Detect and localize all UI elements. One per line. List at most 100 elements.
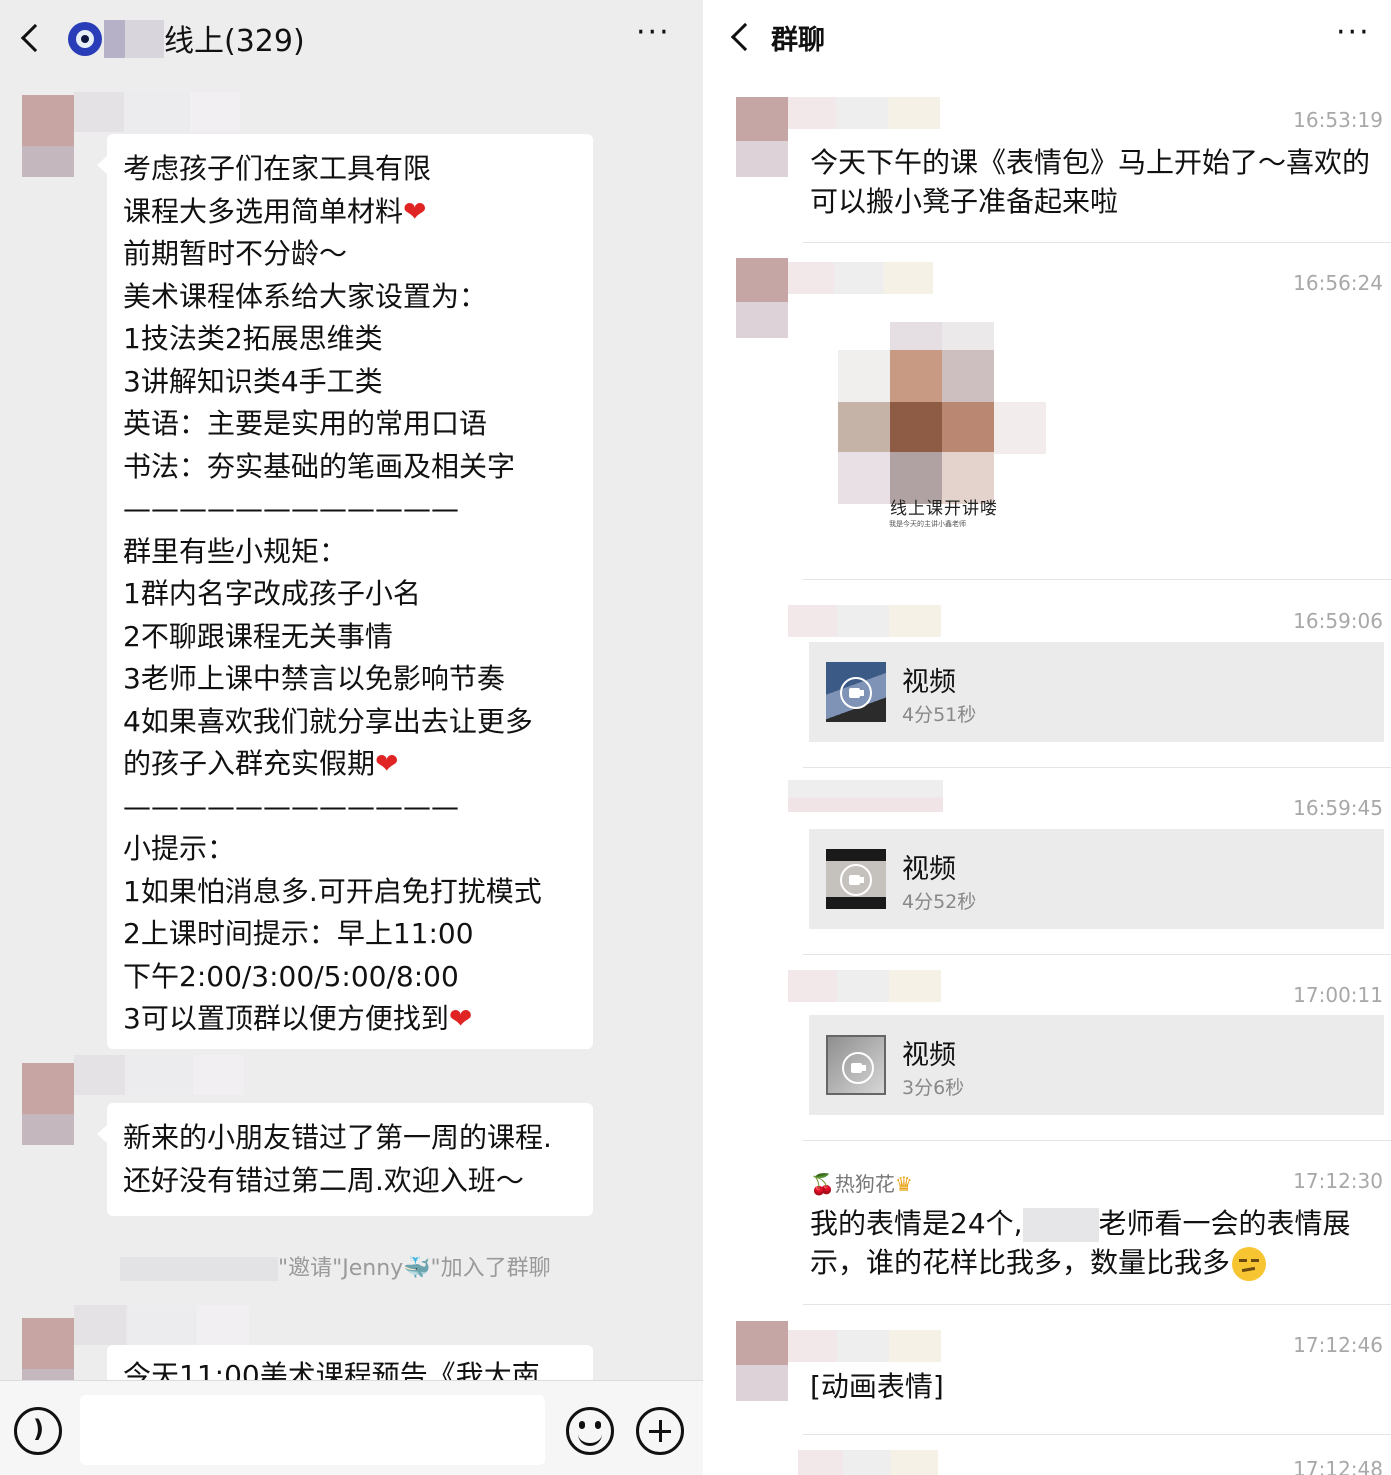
message-input[interactable]: [80, 1395, 545, 1465]
smirk-emoji-icon: [1232, 1247, 1267, 1281]
message-line: 书法：夯实基础的笔画及相关字: [123, 449, 516, 483]
message-bubble[interactable]: 新来的小朋友错过了第一周的课程. 还好没有错过第二周.欢迎入班～: [97, 1103, 593, 1216]
divider: [803, 579, 1391, 580]
blurred-sender-name: [788, 262, 933, 294]
back-icon[interactable]: [20, 23, 50, 53]
message-line: 3讲解知识类4手工类: [123, 364, 383, 398]
timestamp: 17:12:30: [1293, 1169, 1383, 1193]
sticker-caption: 线上课开讲喽: [890, 499, 998, 519]
message-line: 2不聊跟课程无关事情: [123, 619, 393, 653]
system-notice: "邀请"Jenny🐳"加入了群聊: [120, 1250, 590, 1282]
video-duration: 4分52秒: [902, 891, 977, 913]
heart-emoji: ❤: [403, 194, 427, 228]
message-line: 的孩子入群充实假期❤: [123, 747, 399, 780]
crown-icon: ♛: [894, 1172, 913, 1196]
message-line: 1群内名字改成孩子小名: [123, 577, 421, 610]
page-title: 群聊: [771, 25, 825, 56]
message-line: 群里有些小规矩：: [123, 534, 348, 568]
blurred-sender-name: [74, 1305, 249, 1345]
blurred-sender-name: [788, 1330, 941, 1362]
divider-line: ————————————: [123, 789, 459, 823]
divider: [803, 242, 1391, 243]
message-bubble[interactable]: 今天11:00美术课程预告《我大南: [107, 1345, 593, 1385]
video-message[interactable]: 视频 3分6秒: [809, 1015, 1384, 1115]
video-thumbnail: [826, 1035, 886, 1095]
sticker-image[interactable]: [838, 322, 1046, 522]
avatar[interactable]: [22, 95, 74, 177]
video-label: 视频: [902, 667, 956, 698]
video-play-icon: [842, 1052, 874, 1084]
video-thumbnail: [826, 662, 886, 722]
avatar[interactable]: [736, 258, 788, 338]
timestamp: 16:56:24: [1293, 271, 1383, 295]
video-play-icon: [840, 677, 872, 709]
heart-emoji: ❤: [448, 1002, 473, 1035]
sticker-subcaption: 我是今天的主讲小鑫老师: [889, 520, 966, 528]
message-line: 还好没有错过第二周.欢迎入班～: [123, 1163, 524, 1197]
message-line: 新来的小朋友错过了第一周的课程.: [123, 1121, 552, 1154]
group-title[interactable]: 线上(329): [164, 16, 305, 60]
message-line: 小提示：: [123, 832, 236, 865]
divider: [803, 1304, 1391, 1305]
message-bubble[interactable]: 考虑孩子们在家工具有限 课程大多选用简单材料❤ 前期暂时不分龄～ 美术课程体系给…: [97, 134, 593, 1049]
avatar[interactable]: [736, 97, 788, 177]
more-icon[interactable]: ···: [636, 18, 671, 48]
more-icon[interactable]: ···: [1336, 18, 1371, 48]
message-line: 3老师上课中禁言以免影响节奏: [123, 662, 505, 695]
message-line: 下午2:00/3:00/5:00/8:00: [123, 959, 459, 993]
blurred-group-name: [104, 20, 164, 58]
message-line: 1技法类2拓展思维类: [123, 322, 383, 355]
divider: [803, 954, 1391, 955]
divider-line: ————————————: [123, 492, 459, 525]
message-line: 课程大多选用简单材料❤: [123, 194, 427, 228]
timestamp: 16:59:06: [1293, 609, 1383, 633]
system-notice-text: "邀请"Jenny🐳"加入了群聊: [278, 1256, 551, 1281]
video-message[interactable]: 视频 4分52秒: [809, 829, 1384, 929]
blurred-sender-name: [74, 1055, 244, 1095]
left-chat-screen: 线上(329) ··· 考虑孩子们在家工具有限 课程大多选用简单材料❤ 前期暂时…: [0, 0, 703, 1475]
sender-name[interactable]: 🍒热狗花♛: [810, 1168, 913, 1197]
blurred-inviter-name: [120, 1257, 278, 1281]
video-label: 视频: [902, 854, 956, 885]
message-line: 英语：主要是实用的常用口语: [123, 407, 488, 440]
chat-header: 线上(329) ···: [0, 0, 703, 82]
divider: [803, 767, 1391, 768]
back-icon[interactable]: [730, 22, 760, 52]
message-line: 1如果怕消息多.可开启免打扰模式: [123, 874, 542, 908]
divider: [803, 1140, 1391, 1141]
blurred-sender-name: [788, 97, 940, 129]
video-duration: 4分51秒: [902, 704, 977, 726]
timestamp: 16:59:45: [1293, 796, 1383, 820]
message-line: 美术课程体系给大家设置为：: [123, 279, 488, 313]
avatar[interactable]: [22, 1063, 74, 1145]
message-text[interactable]: 今天下午的课《表情包》马上开始了～喜欢的可以搬小凳子准备起来啦: [810, 143, 1380, 221]
message-line: 考虑孩子们在家工具有限: [123, 152, 432, 185]
right-chat-history: 群聊 ··· 16:53:19 今天下午的课《表情包》马上开始了～喜欢的可以搬小…: [703, 0, 1391, 1475]
blurred-sender-name: [788, 605, 941, 637]
timestamp: 17:12:48: [1293, 1457, 1383, 1475]
blurred-sender-name: [788, 780, 943, 812]
message-text[interactable]: [动画表情]: [810, 1367, 1380, 1406]
blurred-sender-name: [788, 970, 941, 1002]
video-label: 视频: [902, 1040, 956, 1071]
video-message[interactable]: 视频 4分51秒: [809, 642, 1384, 742]
voice-icon[interactable]: [14, 1407, 62, 1455]
video-play-icon: [840, 864, 872, 896]
timestamp: 17:00:11: [1293, 983, 1383, 1007]
video-thumbnail: [826, 849, 886, 909]
blurred-name: [1022, 1208, 1099, 1242]
evil-eye-icon: [68, 22, 102, 56]
avatar[interactable]: [736, 1321, 788, 1401]
input-bar: [0, 1380, 703, 1475]
blurred-sender-name: [74, 92, 240, 132]
message-line: 3可以置顶群以便方便找到❤: [123, 1002, 473, 1035]
video-duration: 3分6秒: [902, 1077, 965, 1099]
message-text[interactable]: 我的表情是24个, 老师看一会的表情展示，谁的花样比我多，数量比我多: [810, 1204, 1380, 1282]
message-line: 4如果喜欢我们就分享出去让更多: [123, 704, 533, 738]
message-line: 前期暂时不分龄～: [123, 237, 348, 270]
divider: [803, 1434, 1391, 1435]
timestamp: 17:12:46: [1293, 1333, 1383, 1357]
blurred-sender-name: [798, 1450, 938, 1475]
emoji-icon[interactable]: [566, 1407, 614, 1455]
plus-icon[interactable]: [636, 1407, 684, 1455]
